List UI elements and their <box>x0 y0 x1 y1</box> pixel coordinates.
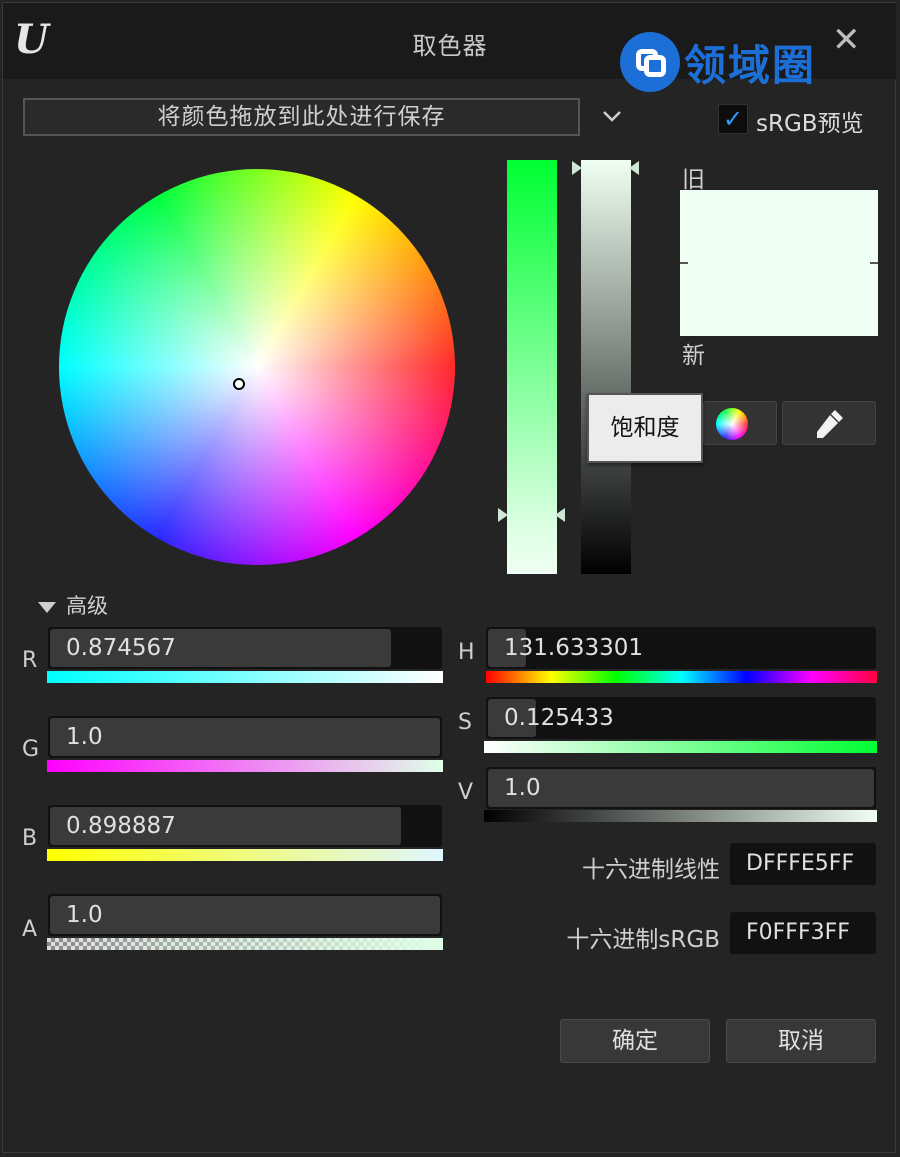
hex-linear-label: 十六进制线性 <box>582 857 720 883</box>
ok-button[interactable]: 确定 <box>560 1019 710 1063</box>
r-input[interactable]: 0.874567 <box>48 627 442 669</box>
v-value: 1.0 <box>504 775 541 801</box>
value-handle-right-icon[interactable] <box>629 161 639 175</box>
v-input[interactable]: 1.0 <box>486 767 876 809</box>
channel-label-h: H <box>458 640 475 665</box>
channel-label-a: A <box>22 917 38 942</box>
s-gradient-bar[interactable] <box>484 741 877 753</box>
swatch-divider-right <box>870 262 878 264</box>
g-gradient-bar[interactable] <box>47 760 443 772</box>
watermark-logo: 领域圈 <box>620 30 816 94</box>
v-input-fill <box>488 769 874 807</box>
channel-label-r: R <box>22 648 38 673</box>
value-handle-left-icon[interactable] <box>572 161 582 175</box>
old-color-label: 旧 <box>682 167 705 193</box>
v-gradient-bar[interactable] <box>484 810 877 822</box>
checkmark-icon: ✓ <box>722 105 744 133</box>
channel-label-s: S <box>458 710 472 735</box>
value-slider[interactable] <box>581 160 631 574</box>
color-preview-swatch <box>680 190 878 336</box>
saturation-tooltip: 饱和度 <box>587 393 703 463</box>
s-value: 0.125433 <box>504 705 614 731</box>
b-value: 0.898887 <box>66 813 176 839</box>
a-gradient-bar[interactable] <box>47 938 443 950</box>
advanced-label: 高级 <box>66 594 108 618</box>
color-wheel-mode-button[interactable] <box>703 401 777 445</box>
srgb-preview-checkbox[interactable]: ✓ <box>718 104 748 134</box>
channel-label-g: G <box>22 737 40 762</box>
hex-srgb-label: 十六进制sRGB <box>566 927 720 953</box>
srgb-preview-label: sRGB预览 <box>756 111 864 137</box>
b-gradient-bar[interactable] <box>47 849 443 861</box>
h-gradient-bar[interactable] <box>486 671 877 683</box>
cancel-button[interactable]: 取消 <box>726 1019 876 1063</box>
channel-label-b: B <box>22 826 38 851</box>
hex-srgb-input[interactable]: F0FFF3FF <box>730 912 876 954</box>
color-wheel-marker[interactable] <box>233 378 245 390</box>
hex-linear-input[interactable]: DFFFE5FF <box>730 843 876 885</box>
window-frame <box>2 2 896 1153</box>
watermark-icon <box>620 32 680 92</box>
channel-label-v: V <box>458 780 474 805</box>
watermark-text: 领域圈 <box>684 40 817 90</box>
g-input[interactable]: 1.0 <box>48 716 442 758</box>
save-color-dropzone[interactable]: 将颜色拖放到此处进行保存 <box>23 98 580 136</box>
new-color-label: 新 <box>682 343 705 369</box>
s-input[interactable]: 0.125433 <box>486 697 876 739</box>
g-value: 1.0 <box>66 724 103 750</box>
saturation-handle-left-icon[interactable] <box>498 508 508 522</box>
close-icon[interactable]: ✕ <box>832 20 861 60</box>
triangle-down-icon <box>38 601 56 613</box>
a-input-fill <box>50 896 440 934</box>
advanced-toggle[interactable]: 高级 <box>38 590 108 620</box>
g-input-fill <box>50 718 440 756</box>
h-value: 131.633301 <box>504 635 644 661</box>
a-input[interactable]: 1.0 <box>48 894 442 936</box>
b-input[interactable]: 0.898887 <box>48 805 442 847</box>
eyedropper-button[interactable] <box>782 401 876 445</box>
chevron-down-icon[interactable] <box>600 104 624 134</box>
swatch-divider-left <box>680 262 688 264</box>
saturation-slider[interactable] <box>507 160 557 574</box>
r-value: 0.874567 <box>66 635 176 661</box>
color-wheel-icon <box>716 408 748 440</box>
color-wheel[interactable] <box>59 169 455 565</box>
r-gradient-bar[interactable] <box>47 671 443 683</box>
eyedropper-icon <box>817 410 843 438</box>
saturation-handle-right-icon[interactable] <box>555 508 565 522</box>
h-input[interactable]: 131.633301 <box>486 627 876 669</box>
a-value: 1.0 <box>66 902 103 928</box>
